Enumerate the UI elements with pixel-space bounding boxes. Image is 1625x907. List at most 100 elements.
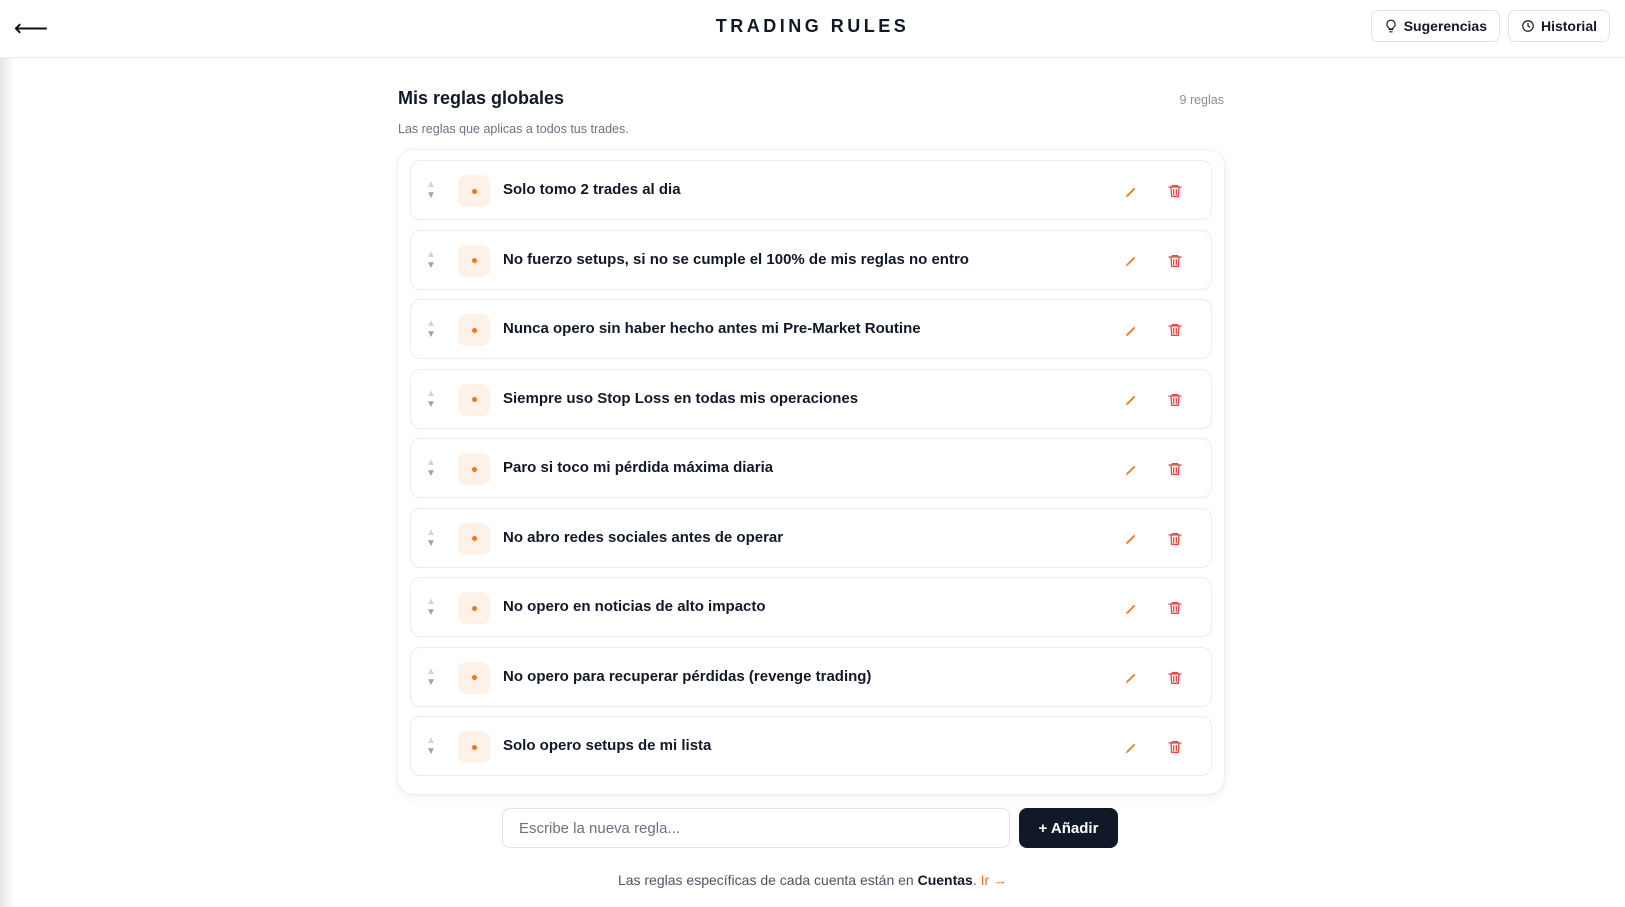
trash-icon xyxy=(1168,741,1182,753)
edit-rule-button[interactable] xyxy=(1121,181,1141,201)
move-up-icon[interactable]: ▲ xyxy=(426,735,436,746)
rule-text: Solo opero setups de mi lista xyxy=(503,737,712,754)
edit-rule-button[interactable] xyxy=(1121,320,1141,340)
suggestions-label: Sugerencias xyxy=(1403,18,1487,34)
delete-rule-button[interactable] xyxy=(1165,737,1185,757)
edit-rule-button[interactable] xyxy=(1121,668,1141,688)
edit-rule-button[interactable] xyxy=(1121,390,1141,410)
trash-icon xyxy=(1168,602,1182,614)
section-header: Mis reglas globales 9 reglas xyxy=(398,88,1224,109)
delete-rule-button[interactable] xyxy=(1165,251,1185,271)
reorder-handle[interactable]: ▲ ▼ xyxy=(425,179,437,203)
accounts-link-text: Cuentas xyxy=(917,872,973,888)
rules-card: ▲ ▼ Solo tomo 2 trades al dia ▲ ▼ No fuerzo s… xyxy=(398,150,1224,794)
move-up-icon[interactable]: ▲ xyxy=(426,596,436,607)
rule-text: Solo tomo 2 trades al dia xyxy=(503,181,681,198)
suggestions-button[interactable]: Sugerencias xyxy=(1370,10,1500,42)
pencil-icon xyxy=(1125,187,1135,197)
move-up-icon[interactable]: ▲ xyxy=(426,179,436,190)
bullet-icon xyxy=(458,175,490,207)
reorder-handle[interactable]: ▲ ▼ xyxy=(425,318,437,342)
rule-row: ▲ ▼ Paro si toco mi pérdida máxima diaria xyxy=(410,438,1212,498)
bullet-icon xyxy=(458,522,490,555)
trash-icon xyxy=(1168,671,1182,684)
rule-text: No fuerzo setups, si no se cumple el 100… xyxy=(503,250,969,268)
move-down-icon[interactable]: ▼ xyxy=(426,329,436,340)
delete-rule-button[interactable] xyxy=(1165,668,1185,688)
new-rule-input[interactable] xyxy=(502,808,1010,848)
move-down-icon[interactable]: ▼ xyxy=(426,607,436,618)
rule-row: ▲ ▼ Solo tomo 2 trades al dia xyxy=(410,160,1212,220)
bullet-icon xyxy=(458,244,490,277)
edit-rule-button[interactable] xyxy=(1121,459,1141,479)
reorder-handle[interactable]: ▲ ▼ xyxy=(425,249,437,273)
footer-text: Las reglas específicas de cada cuenta es… xyxy=(617,872,918,888)
rule-text: No abro redes sociales antes de operar xyxy=(503,528,784,546)
pencil-icon xyxy=(1125,326,1135,336)
move-down-icon[interactable]: ▼ xyxy=(426,468,436,479)
pencil-icon xyxy=(1125,534,1135,545)
trash-icon xyxy=(1168,532,1182,545)
pencil-icon xyxy=(1125,604,1135,614)
rule-row: ▲ ▼ No abro redes sociales antes de operar xyxy=(410,507,1212,568)
edit-rule-button[interactable] xyxy=(1121,737,1141,757)
delete-rule-button[interactable] xyxy=(1165,390,1185,410)
top-actions: Sugerencias Historial xyxy=(1370,10,1610,42)
rule-text: No opero para recuperar pérdidas (reveng… xyxy=(503,667,872,685)
trash-icon xyxy=(1168,324,1182,336)
reorder-handle[interactable]: ▲ ▼ xyxy=(425,596,437,620)
move-down-icon[interactable]: ▼ xyxy=(426,677,436,688)
clock-icon xyxy=(1522,20,1534,32)
move-up-icon[interactable]: ▲ xyxy=(426,249,436,260)
move-down-icon[interactable]: ▼ xyxy=(426,538,436,549)
rule-text: Nunca opero sin haber hecho antes mi Pre… xyxy=(503,320,921,337)
pencil-icon xyxy=(1125,256,1135,267)
delete-rule-button[interactable] xyxy=(1165,459,1185,479)
pencil-icon xyxy=(1125,465,1135,475)
rule-row: ▲ ▼ No opero para recuperar pérdidas (reve… xyxy=(410,646,1212,707)
move-up-icon[interactable]: ▲ xyxy=(426,388,436,399)
delete-rule-button[interactable] xyxy=(1165,598,1185,618)
pencil-icon xyxy=(1125,673,1135,684)
delete-rule-button[interactable] xyxy=(1165,320,1185,340)
move-down-icon[interactable]: ▼ xyxy=(426,746,436,757)
move-up-icon[interactable]: ▲ xyxy=(426,318,436,329)
rule-row: ▲ ▼ Solo opero setups de mi lista xyxy=(410,716,1212,776)
bullet-icon xyxy=(458,453,490,485)
pencil-icon xyxy=(1125,743,1135,753)
reorder-handle[interactable]: ▲ ▼ xyxy=(425,666,437,690)
add-rule-button[interactable]: + Añadir xyxy=(1019,808,1118,848)
rules-count: 9 reglas xyxy=(1179,93,1224,107)
edit-rule-button[interactable] xyxy=(1121,529,1141,549)
reorder-handle[interactable]: ▲ ▼ xyxy=(425,457,437,481)
history-button[interactable]: Historial xyxy=(1507,10,1610,42)
footer-note: Las reglas específicas de cada cuenta es… xyxy=(0,872,1625,888)
move-up-icon[interactable]: ▲ xyxy=(426,457,436,468)
reorder-handle[interactable]: ▲ ▼ xyxy=(425,735,437,759)
trash-icon xyxy=(1168,463,1182,475)
rule-text: Siempre uso Stop Loss en todas mis opera… xyxy=(503,389,859,407)
rule-text: No opero en noticias de alto impacto xyxy=(503,598,766,615)
move-up-icon[interactable]: ▲ xyxy=(426,666,436,677)
move-down-icon[interactable]: ▼ xyxy=(426,190,436,201)
move-down-icon[interactable]: ▼ xyxy=(426,399,436,410)
reorder-handle[interactable]: ▲ ▼ xyxy=(425,388,437,412)
reorder-handle[interactable]: ▲ ▼ xyxy=(425,527,437,551)
top-bar: ⟵ TRADING RULES Sugerencias Historial xyxy=(0,0,1625,58)
rule-row: ▲ ▼ Nunca opero sin haber hecho antes mi P… xyxy=(410,299,1212,359)
bullet-icon xyxy=(458,383,490,416)
delete-rule-button[interactable] xyxy=(1165,529,1185,549)
edit-rule-button[interactable] xyxy=(1121,251,1141,271)
footer-period: . xyxy=(972,872,981,888)
trash-icon xyxy=(1168,185,1182,197)
go-accounts-link[interactable]: Ir → xyxy=(981,872,1007,888)
bullet-icon xyxy=(458,314,490,346)
rule-row: ▲ ▼ No opero en noticias de alto impacto xyxy=(410,577,1212,637)
trash-icon xyxy=(1168,254,1182,267)
move-down-icon[interactable]: ▼ xyxy=(426,260,436,271)
edit-rule-button[interactable] xyxy=(1121,598,1141,618)
left-edge-shadow xyxy=(0,0,14,907)
trash-icon xyxy=(1168,393,1182,406)
delete-rule-button[interactable] xyxy=(1165,181,1185,201)
move-up-icon[interactable]: ▲ xyxy=(426,527,436,538)
